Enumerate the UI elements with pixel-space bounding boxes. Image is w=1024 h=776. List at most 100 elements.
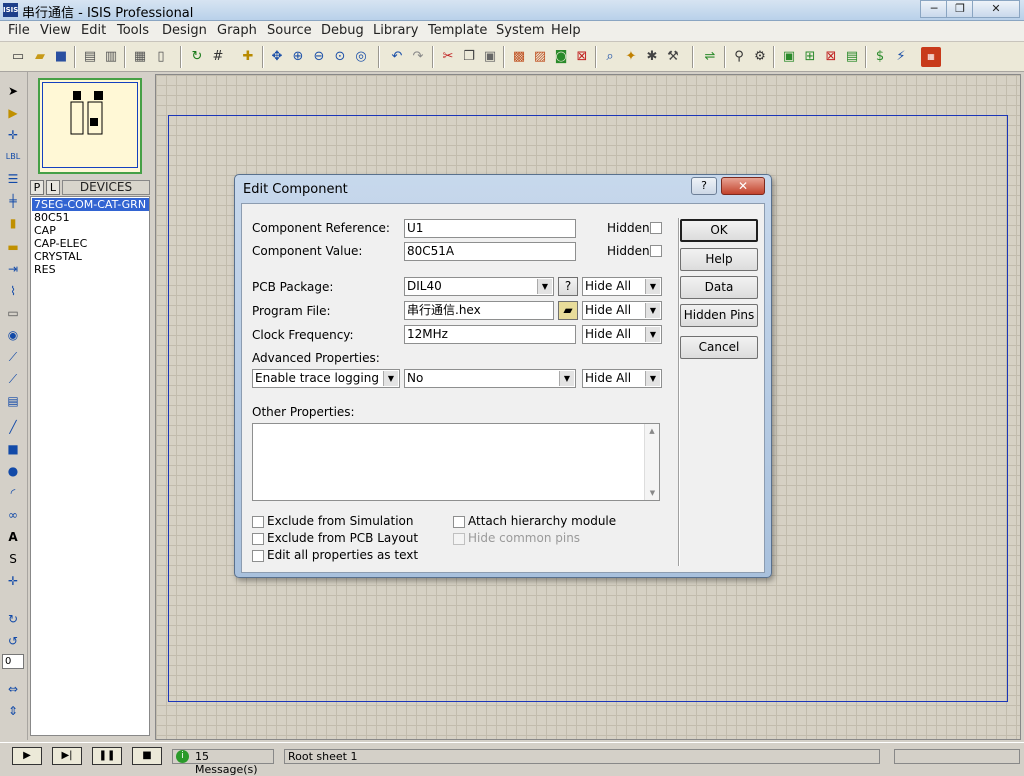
attach-hierarchy-checkbox[interactable] (453, 516, 465, 528)
zoom-all-icon[interactable]: ⊙ (330, 47, 350, 67)
refresh-icon[interactable]: ↻ (187, 47, 207, 67)
2d-symbol-icon[interactable]: S (4, 550, 22, 568)
wire-label-mode-icon[interactable]: LBL (4, 148, 22, 166)
menu-library[interactable]: Library (373, 23, 418, 38)
ares-icon[interactable]: ▦ (921, 47, 941, 67)
list-item[interactable]: CAP (32, 224, 149, 237)
tape-recorder-mode-icon[interactable]: ▭ (4, 304, 22, 322)
device-list[interactable]: 7SEG-COM-CAT-GRN 80C51 CAP CAP-ELEC CRYS… (30, 196, 150, 736)
rotate-cw-icon[interactable]: ↻ (4, 610, 22, 628)
menu-file[interactable]: File (8, 23, 30, 38)
2d-text-icon[interactable]: A (4, 528, 22, 546)
export-icon[interactable]: ▥ (101, 47, 121, 67)
search-icon[interactable]: ⚲ (729, 47, 749, 67)
device-pins-mode-icon[interactable]: ⇥ (4, 260, 22, 278)
library-manager-button[interactable]: L (46, 180, 60, 195)
import-icon[interactable]: ▤ (80, 47, 100, 67)
redo-icon[interactable]: ↷ (408, 47, 428, 67)
play-button[interactable]: ▶ (12, 747, 42, 765)
print-icon[interactable]: ▦ (130, 47, 150, 67)
dialog-help-button[interactable]: ? (691, 177, 717, 195)
component-mode-icon[interactable]: ▶ (4, 104, 22, 122)
list-item[interactable]: RES (32, 263, 149, 276)
menu-template[interactable]: Template (428, 23, 487, 38)
rotate-ccw-icon[interactable]: ↺ (4, 632, 22, 650)
stop-button[interactable]: ■ (132, 747, 162, 765)
scroll-down-icon[interactable]: ▼ (645, 489, 660, 497)
hidden-pins-button[interactable]: Hidden Pins (680, 304, 758, 327)
messages-indicator[interactable]: i 15 Message(s) (172, 749, 274, 776)
component-reference-field[interactable]: U1 (404, 219, 576, 238)
make-device-icon[interactable]: ✦ (621, 47, 641, 67)
new-sheet-icon[interactable]: ▣ (779, 47, 799, 67)
junction-mode-icon[interactable]: ✛ (4, 126, 22, 144)
text-script-mode-icon[interactable]: ☰ (4, 170, 22, 188)
netlist-to-ares-icon[interactable]: ⚡ (891, 47, 911, 67)
list-item[interactable]: 80C51 (32, 211, 149, 224)
copy-icon[interactable]: ❐ (459, 47, 479, 67)
cut-icon[interactable]: ✂ (438, 47, 458, 67)
menu-tools[interactable]: Tools (117, 23, 149, 38)
2d-line-icon[interactable]: ╱ (4, 418, 22, 436)
block-delete-icon[interactable]: ⊠ (572, 47, 592, 67)
voltage-probe-mode-icon[interactable]: ⟋ (4, 348, 22, 366)
new-icon[interactable]: ▭ (8, 47, 28, 67)
menu-edit[interactable]: Edit (81, 23, 106, 38)
package-tool-icon[interactable]: ✱ (642, 47, 662, 67)
clock-frequency-field[interactable]: 12MHz (404, 325, 576, 344)
exclude-simulation-checkbox[interactable] (252, 516, 264, 528)
2d-circle-icon[interactable]: ● (4, 462, 22, 480)
block-move-icon[interactable]: ▨ (530, 47, 550, 67)
menu-view[interactable]: View (40, 23, 71, 38)
2d-markers-icon[interactable]: ✛ (4, 572, 22, 590)
rotation-angle-field[interactable]: 0 (2, 654, 24, 669)
block-rotate-icon[interactable]: ◙ (551, 47, 571, 67)
restore-button[interactable]: ❐ (946, 0, 974, 18)
close-window-button[interactable]: ✕ (972, 0, 1020, 18)
print-area-icon[interactable]: ▯ (151, 47, 171, 67)
zoom-area-icon[interactable]: ◎ (351, 47, 371, 67)
pause-button[interactable]: ❚❚ (92, 747, 122, 765)
clock-frequency-visibility-dropdown[interactable]: Hide All ▼ (582, 325, 662, 344)
bom-icon[interactable]: ▤ (842, 47, 862, 67)
program-file-visibility-dropdown[interactable]: Hide All ▼ (582, 301, 662, 320)
mirror-x-icon[interactable]: ⇔ (4, 680, 22, 698)
browse-folder-icon[interactable]: ▰ (558, 301, 578, 320)
menu-help[interactable]: Help (551, 23, 581, 38)
buses-mode-icon[interactable]: ╪ (4, 192, 22, 210)
edit-all-checkbox[interactable] (252, 550, 264, 562)
2d-path-icon[interactable]: ∞ (4, 506, 22, 524)
menu-system[interactable]: System (496, 23, 544, 38)
list-item[interactable]: 7SEG-COM-CAT-GRN (32, 198, 149, 211)
current-probe-mode-icon[interactable]: ⟋ (4, 370, 22, 388)
zoom-out-icon[interactable]: ⊖ (309, 47, 329, 67)
data-button[interactable]: Data (680, 276, 758, 299)
pan-icon[interactable]: ✥ (267, 47, 287, 67)
exit-to-parent-icon[interactable]: ⊠ (821, 47, 841, 67)
wire-autorouter-icon[interactable]: ⇌ (700, 47, 720, 67)
menu-design[interactable]: Design (162, 23, 207, 38)
reference-hidden-checkbox[interactable] (650, 222, 662, 234)
menu-source[interactable]: Source (267, 23, 312, 38)
pick-device-icon[interactable]: ⌕ (600, 47, 620, 67)
subcircuit-mode-icon[interactable]: ▮ (4, 214, 22, 232)
origin-icon[interactable]: ✚ (238, 47, 258, 67)
mirror-y-icon[interactable]: ⇕ (4, 702, 22, 720)
zoom-in-icon[interactable]: ⊕ (288, 47, 308, 67)
selection-mode-icon[interactable]: ➤ (4, 82, 22, 100)
scroll-up-icon[interactable]: ▲ (645, 427, 659, 435)
erc-icon[interactable]: $ (870, 47, 890, 67)
list-item[interactable]: CAP-ELEC (32, 237, 149, 250)
property-tool-icon[interactable]: ⚙ (750, 47, 770, 67)
menu-debug[interactable]: Debug (321, 23, 364, 38)
pick-devices-button[interactable]: P (30, 180, 44, 195)
decompose-icon[interactable]: ⚒ (663, 47, 683, 67)
dialog-close-button[interactable]: ✕ (721, 177, 765, 195)
list-item[interactable]: CRYSTAL (32, 250, 149, 263)
menu-graph[interactable]: Graph (217, 23, 257, 38)
remove-sheet-icon[interactable]: ⊞ (800, 47, 820, 67)
overview-window[interactable] (38, 78, 142, 174)
help-button[interactable]: Help (680, 248, 758, 271)
2d-arc-icon[interactable]: ◜ (4, 484, 22, 502)
block-copy-icon[interactable]: ▩ (509, 47, 529, 67)
